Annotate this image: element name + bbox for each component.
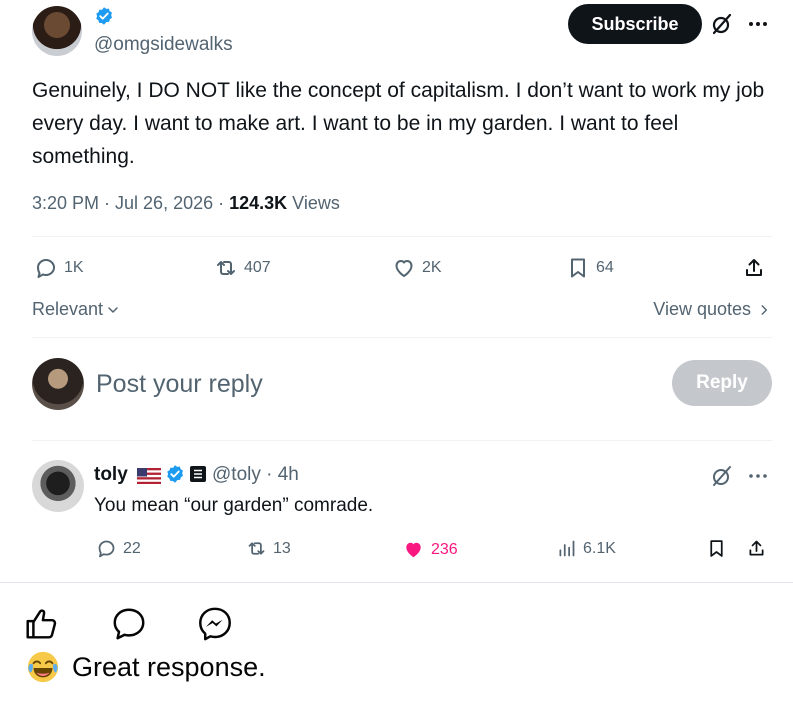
like-count: 2K	[422, 259, 442, 276]
more-icon[interactable]	[746, 464, 770, 488]
comment-text: Great response.	[72, 651, 266, 682]
reply-bookmark-action[interactable]	[706, 538, 727, 559]
sort-label: Relevant	[32, 299, 104, 319]
reply-action[interactable]: 1K	[34, 256, 84, 280]
repost-count: 407	[244, 259, 271, 276]
chevron-right-icon	[761, 304, 768, 315]
verified-icon	[94, 6, 114, 26]
like-icon	[395, 260, 413, 277]
views-label: Views	[287, 193, 340, 213]
divider	[32, 440, 772, 441]
subscribe-button[interactable]: Subscribe	[568, 4, 702, 44]
like-action[interactable]: 2K	[392, 256, 442, 280]
chevron-down-icon	[108, 306, 118, 313]
like-icon	[406, 542, 421, 558]
facebook-post-footer	[0, 582, 793, 706]
reply-author-avatar[interactable]	[32, 460, 84, 512]
more-icon[interactable]	[746, 12, 770, 36]
author-handle[interactable]: @omgsidewalks	[94, 34, 233, 56]
views-count: 124.3K	[229, 193, 288, 213]
author-avatar[interactable]	[32, 6, 82, 56]
reply-icon	[98, 540, 115, 558]
reply-views-count: 6.1K	[583, 539, 616, 557]
divider	[32, 337, 772, 338]
grok-icon[interactable]	[710, 12, 734, 36]
repost-action[interactable]: 407	[214, 256, 271, 280]
reply-button[interactable]: Reply	[672, 360, 772, 406]
reply-author-handle[interactable]: @toly · 4h	[212, 464, 299, 486]
bookmark-count: 64	[596, 259, 614, 276]
tweet-timestamp[interactable]: 3:20 PM · Jul 26, 2026 ·	[32, 193, 229, 213]
reply-share-action[interactable]	[746, 538, 767, 559]
reply-text: You mean “our garden” comrade.	[94, 495, 374, 516]
grok-icon[interactable]	[710, 464, 734, 488]
fb-like-icon[interactable]	[22, 605, 60, 643]
reply-repost-action[interactable]: 13	[246, 538, 291, 559]
reply-count: 1K	[64, 259, 84, 276]
current-user-avatar[interactable]	[32, 358, 84, 410]
reply-like-count: 236	[431, 540, 458, 558]
reply-like-action[interactable]: 236	[402, 538, 458, 561]
sort-dropdown[interactable]: Relevant	[32, 299, 121, 320]
reply-views-action[interactable]: 6.1K	[556, 538, 616, 559]
share-action[interactable]	[742, 256, 766, 280]
flag-icon	[137, 468, 161, 484]
comment-row: Great response.	[26, 650, 266, 684]
divider	[32, 236, 772, 237]
verified-icon	[165, 464, 185, 484]
bookmark-icon	[710, 540, 723, 557]
share-icon	[746, 259, 762, 276]
view-quotes-link[interactable]: View quotes	[653, 299, 771, 320]
reply-icon	[37, 259, 55, 278]
views-icon	[559, 540, 575, 557]
tweet-meta: 3:20 PM · Jul 26, 2026 · 124.3K Views	[32, 193, 340, 214]
reply-reply-count: 22	[123, 539, 141, 557]
fb-messenger-icon[interactable]	[196, 605, 234, 643]
tweet-card: @omgsidewalks Subscribe Genuinely, I DO …	[0, 0, 793, 582]
view-quotes-label: View quotes	[653, 299, 751, 319]
reply-repost-count: 13	[273, 539, 291, 557]
tweet-text: Genuinely, I DO NOT like the concept of …	[32, 79, 765, 168]
bookmark-icon	[571, 258, 585, 278]
laughing-emoji-icon	[27, 651, 59, 683]
reply-author-name[interactable]: toly	[94, 464, 128, 486]
bookmark-action[interactable]: 64	[566, 256, 614, 280]
repost-icon	[248, 542, 265, 555]
reply-reply-action[interactable]: 22	[96, 538, 141, 559]
affiliation-badge-icon	[190, 466, 206, 482]
share-icon	[749, 540, 764, 556]
repost-icon	[217, 261, 235, 275]
fb-comment-icon[interactable]	[110, 605, 148, 643]
reply-input[interactable]	[96, 366, 656, 402]
